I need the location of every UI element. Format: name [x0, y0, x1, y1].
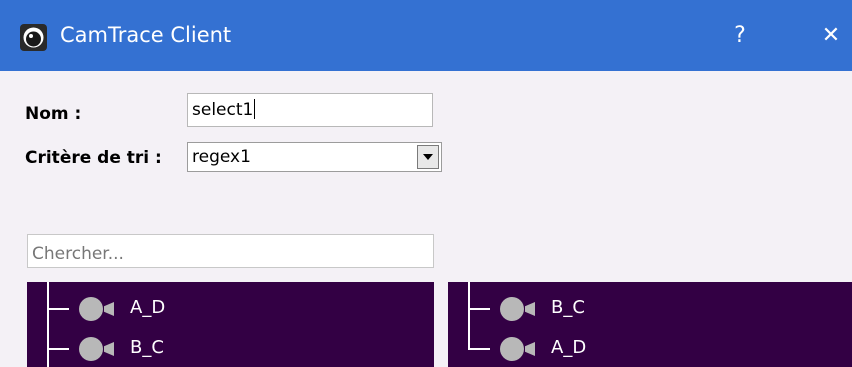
critere-select[interactable]: regex1: [187, 142, 442, 172]
text-cursor: [254, 99, 256, 119]
tree-item[interactable]: A_D: [448, 328, 852, 367]
title-bar: CamTrace Client ? ✕: [0, 0, 852, 71]
available-cameras-tree[interactable]: A_D B_C: [27, 282, 434, 367]
nom-input-value: select1: [192, 100, 254, 120]
close-button[interactable]: ✕: [811, 0, 851, 71]
camera-icon: [79, 297, 115, 321]
tree-item-label: A_D: [551, 337, 587, 358]
nom-input[interactable]: select1: [187, 93, 433, 127]
camtrace-eye-icon: [20, 24, 47, 51]
tree-branch-line: [47, 348, 69, 350]
tree-branch-line: [468, 348, 490, 350]
tree-branch-line: [47, 308, 69, 310]
tree-item-label: B_C: [130, 337, 164, 358]
tree-branch-line: [468, 308, 490, 310]
tree-item-label: A_D: [130, 297, 166, 318]
camera-icon: [79, 337, 115, 361]
tree-item[interactable]: B_C: [27, 328, 434, 367]
window-title: CamTrace Client: [60, 23, 232, 47]
critere-label: Critère de tri :: [25, 148, 162, 168]
tree-item-label: B_C: [551, 297, 585, 318]
help-button[interactable]: ?: [720, 0, 760, 71]
selected-cameras-tree[interactable]: B_C A_D: [448, 282, 852, 367]
tree-item[interactable]: B_C: [448, 288, 852, 328]
chevron-down-icon[interactable]: [417, 145, 439, 169]
camera-icon: [500, 297, 536, 321]
camera-icon: [500, 337, 536, 361]
nom-label: Nom :: [25, 104, 82, 124]
critere-select-value: regex1: [192, 147, 251, 167]
search-input[interactable]: [27, 234, 434, 268]
tree-item[interactable]: A_D: [27, 288, 434, 328]
